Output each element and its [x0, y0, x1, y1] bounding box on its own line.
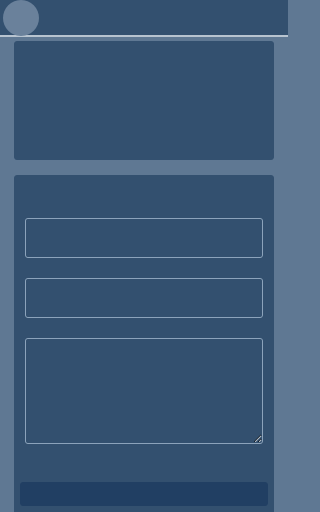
content-card: [14, 41, 274, 160]
app-header: [0, 0, 288, 37]
avatar[interactable]: [3, 0, 39, 36]
text-field-2[interactable]: [25, 278, 263, 318]
text-field-1[interactable]: [25, 218, 263, 258]
submit-button[interactable]: [20, 482, 268, 506]
message-textarea[interactable]: [25, 338, 263, 444]
form-card: [14, 175, 274, 512]
